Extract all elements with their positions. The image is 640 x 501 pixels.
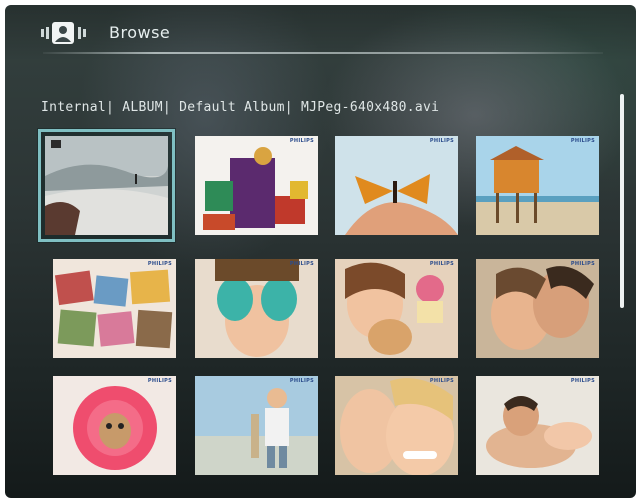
thumbnail-4[interactable]: PHILIPS — [476, 136, 599, 235]
thumbnail-9[interactable]: PHILIPS — [53, 376, 176, 475]
brand-label: PHILIPS — [570, 378, 595, 384]
brand-label: PHILIPS — [570, 261, 595, 267]
thumbnail-6[interactable]: PHILIPS — [195, 259, 318, 358]
brand-label: PHILIPS — [147, 261, 172, 267]
thumbnail-8[interactable]: PHILIPS — [476, 259, 599, 358]
thumbnail-5[interactable]: PHILIPS — [53, 259, 176, 358]
thumbnail-1[interactable] — [38, 129, 175, 242]
brand-label: PHILIPS — [429, 138, 454, 144]
thumbnail-10[interactable]: PHILIPS — [195, 376, 318, 475]
brand-label: PHILIPS — [429, 261, 454, 267]
brand-label: PHILIPS — [570, 138, 595, 144]
thumbnail-7[interactable]: PHILIPS — [335, 259, 458, 358]
brand-label: PHILIPS — [147, 378, 172, 384]
thumbnail-3[interactable]: PHILIPS — [335, 136, 458, 235]
brand-label: PHILIPS — [289, 261, 314, 267]
brand-label: PHILIPS — [289, 378, 314, 384]
thumbnail-2[interactable]: PHILIPS — [195, 136, 318, 235]
browse-screen: Browse Internal| ALBUM| Default Album| M… — [5, 5, 636, 498]
thumbnail-11[interactable]: PHILIPS — [335, 376, 458, 475]
thumbnail-12[interactable]: PHILIPS — [476, 376, 599, 475]
brand-label: PHILIPS — [429, 378, 454, 384]
thumbnail-grid: PHILIPS PHILIPS PHILIPS PHILIPS PHILIPS … — [5, 5, 636, 498]
brand-label: PHILIPS — [289, 138, 314, 144]
